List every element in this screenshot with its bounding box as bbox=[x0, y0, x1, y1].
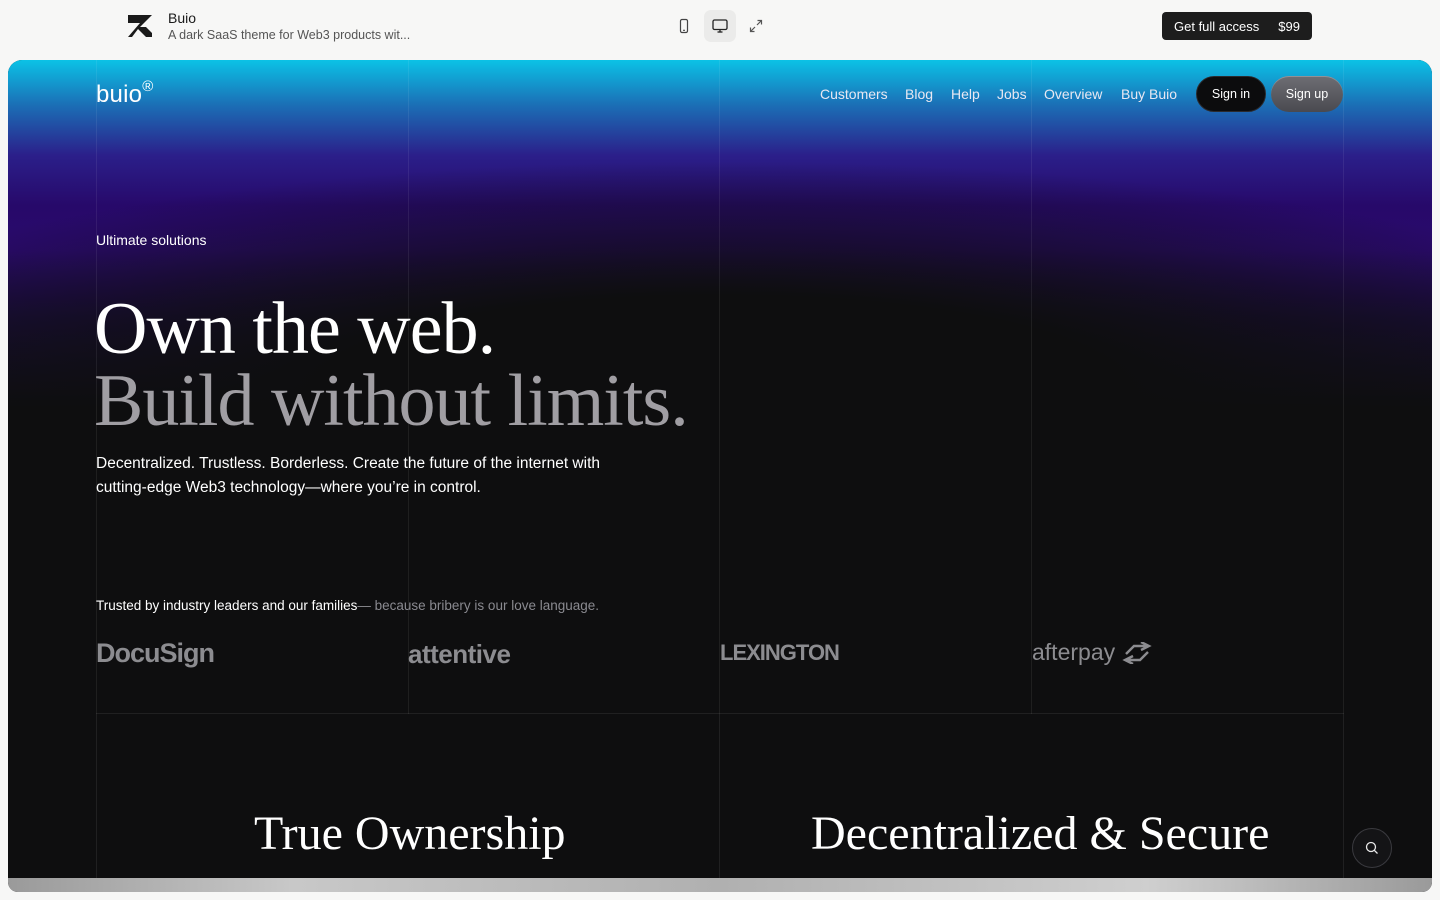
nav-help[interactable]: Help bbox=[951, 86, 980, 102]
trusted-lead: Trusted by industry leaders and our fami… bbox=[96, 598, 358, 613]
site-preview-frame: buio® Customers Blog Help Jobs Overview … bbox=[8, 60, 1432, 892]
afterpay-arrows-icon bbox=[1121, 640, 1152, 666]
fullscreen-button[interactable] bbox=[740, 10, 772, 42]
nav-blog[interactable]: Blog bbox=[905, 86, 933, 102]
sign-up-button[interactable]: Sign up bbox=[1271, 76, 1343, 112]
hero-headline-primary: Own the web. bbox=[94, 288, 496, 370]
brand-logo-icon[interactable] bbox=[126, 13, 154, 39]
nav-jobs[interactable]: Jobs bbox=[997, 86, 1027, 102]
registered-mark: ® bbox=[142, 78, 154, 95]
trusted-by-text: Trusted by industry leaders and our fami… bbox=[96, 598, 599, 613]
trusted-tail: — because bribery is our love language. bbox=[357, 598, 600, 613]
nav-overview[interactable]: Overview bbox=[1044, 86, 1102, 102]
nav-buy-buio[interactable]: Buy Buio bbox=[1121, 86, 1177, 102]
hero-eyebrow: Ultimate solutions bbox=[96, 232, 207, 248]
grid-line bbox=[1343, 60, 1344, 714]
site-logo-text: buio bbox=[96, 81, 143, 108]
hero-headline-secondary: Build without limits. bbox=[94, 360, 689, 442]
afterpay-logo-text: afterpay bbox=[1032, 639, 1116, 665]
frame-bottom-edge bbox=[8, 878, 1432, 892]
search-icon bbox=[1365, 841, 1378, 854]
hero-description: Decentralized. Trustless. Borderless. Cr… bbox=[96, 455, 600, 496]
afterpay-logo: afterpay bbox=[1032, 639, 1152, 666]
grid-line bbox=[1031, 60, 1032, 714]
expand-icon bbox=[749, 19, 763, 33]
access-label: Get full access bbox=[1174, 18, 1260, 34]
nav-customers[interactable]: Customers bbox=[820, 86, 888, 102]
template-name: Buio bbox=[168, 10, 197, 26]
mobile-view-icon bbox=[679, 18, 689, 34]
lexington-logo: LEXINGTON bbox=[720, 640, 840, 665]
grid-line bbox=[96, 714, 97, 892]
search-button[interactable] bbox=[1352, 828, 1392, 868]
sign-in-button[interactable]: Sign in bbox=[1196, 76, 1266, 112]
grid-line bbox=[1343, 714, 1344, 892]
get-full-access-button[interactable]: Get full access $99 bbox=[1162, 12, 1312, 40]
feature-title-ownership: True Ownership bbox=[254, 807, 566, 860]
access-price: $99 bbox=[1278, 18, 1300, 34]
site-logo[interactable]: buio® bbox=[96, 78, 154, 109]
preview-toolbar: Buio A dark SaaS theme for Web3 products… bbox=[0, 0, 1440, 52]
desktop-view-icon bbox=[712, 19, 728, 33]
mobile-view-button[interactable] bbox=[668, 10, 700, 42]
attentive-logo: attentive bbox=[408, 639, 511, 669]
template-description: A dark SaaS theme for Web3 products wit.… bbox=[168, 28, 411, 42]
grid-line bbox=[719, 714, 720, 892]
feature-title-decentralized: Decentralized & Secure bbox=[811, 807, 1270, 860]
grid-line bbox=[719, 60, 720, 714]
section-divider bbox=[96, 713, 1344, 714]
docusign-logo: DocuSign bbox=[96, 638, 215, 668]
desktop-view-button[interactable] bbox=[704, 10, 736, 42]
